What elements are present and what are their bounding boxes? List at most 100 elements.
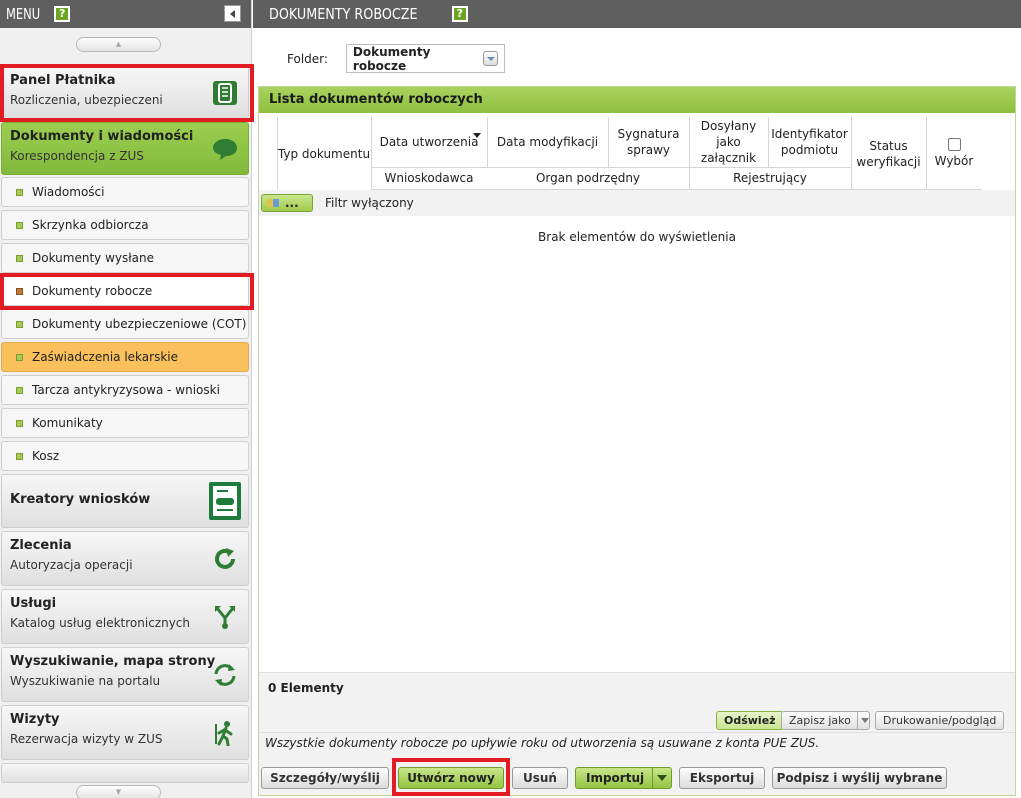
sidebar-item-wyszukiwanie[interactable]: Wyszukiwanie, mapa strony Wyszukiwanie n… [1, 647, 249, 702]
sidebar-item-wizyty[interactable]: Wizyty Rezerwacja wizyty w ZUS [1, 705, 249, 760]
form-document-icon [209, 482, 241, 520]
sidebar-item-dokumenty-ubezpieczeniowe[interactable]: Dokumenty ubezpieczeniowe (COT) [1, 309, 249, 339]
help-icon[interactable]: ? [451, 6, 468, 22]
speech-bubble-icon [213, 138, 237, 160]
tools-row: Odśwież Zapisz jako Drukowanie/podgląd [259, 702, 1015, 732]
sidebar-item-label: Dokumenty robocze [32, 284, 153, 298]
bullet-icon [16, 221, 23, 229]
sidebar-item-label: Komunikaty [32, 416, 103, 430]
column-header-identyfikator[interactable]: Identyfikator podmiotu [768, 117, 851, 167]
sidebar-item-dokumenty-i-wiadomosci[interactable]: Dokumenty i wiadomości Korespondencja z … [1, 122, 249, 175]
folder-label: Folder: [287, 51, 328, 66]
select-all-checkbox[interactable] [947, 138, 961, 151]
sidebar-item-label: Wiadomości [32, 185, 105, 199]
sidebar-item-tarcza-antykryzysowa[interactable]: Tarcza antykryzysowa - wnioski [1, 375, 249, 405]
export-button[interactable]: Eksportuj [679, 767, 765, 789]
documents-list-panel: Lista dokumentów roboczych Typ dokumentu… [258, 86, 1016, 796]
details-send-button[interactable]: Szczegóły/wyślij [261, 767, 389, 789]
sort-desc-icon [473, 133, 481, 138]
filter-icon [267, 199, 279, 207]
sidebar-item-label: Zaświadczenia lekarskie [32, 350, 178, 364]
table-header: Typ dokumentu Data utworzenia Data modyf… [259, 113, 1015, 190]
bullet-icon [16, 188, 23, 196]
sidebar-item-title: Panel Płatnika [10, 73, 116, 88]
chevron-down-icon[interactable] [856, 712, 869, 729]
sidebar-item-title: Wizyty [10, 712, 60, 727]
sidebar: MENU ? ▲ Panel Płatnika Rozliczenia, ube… [0, 0, 252, 798]
bullet-icon [16, 452, 23, 460]
folder-row: Folder: Dokumenty robocze [287, 44, 505, 73]
menu-help-icon[interactable]: ? [54, 6, 71, 22]
retention-note: Wszystkie dokumenty robocze po upływie r… [259, 732, 1015, 754]
sidebar-item-label: Dokumenty ubezpieczeniowe (COT) [32, 317, 247, 331]
actions-row: Szczegóły/wyślij Utwórz nowy Usuń Import… [259, 754, 1015, 795]
page-title: DOKUMENTY ROBOCZE [269, 5, 418, 23]
chevron-down-icon[interactable] [483, 51, 498, 66]
list-title: Lista dokumentów roboczych [259, 87, 1015, 113]
empty-message: Brak elementów do wyświetlenia [538, 230, 736, 244]
refresh-icon [215, 547, 235, 569]
delete-button[interactable]: Usuń [512, 767, 568, 789]
filter-button[interactable]: ... [261, 194, 313, 212]
arrow-left-icon [230, 9, 235, 18]
import-label: Importuj [586, 771, 645, 785]
create-new-button[interactable]: Utwórz nowy [398, 767, 504, 789]
menu-scroll-up-button[interactable]: ▲ [76, 37, 161, 52]
column-header-wnioskodawca[interactable]: Wnioskodawca [371, 167, 487, 189]
sidebar-item-subtitle: Rozliczenia, ubezpieczeni [10, 93, 163, 107]
save-as-label: Zapisz jako [789, 714, 851, 727]
sync-icon [214, 663, 236, 686]
sidebar-item-kosz[interactable]: Kosz [1, 441, 249, 471]
print-preview-button[interactable]: Drukowanie/podgląd [875, 711, 1005, 730]
sign-send-button[interactable]: Podpisz i wyślij wybrane [772, 767, 947, 789]
bullet-icon [16, 353, 23, 361]
page-header: DOKUMENTY ROBOCZE ? [253, 0, 1021, 28]
column-header-rejestrujacy[interactable]: Rejestrujący [689, 167, 851, 189]
menu-scroll-down-button[interactable]: ▼ [76, 785, 161, 798]
column-header-typ[interactable]: Typ dokumentu [277, 117, 371, 190]
refresh-button[interactable]: Odśwież [716, 711, 784, 730]
menu-title: MENU [6, 5, 41, 23]
sidebar-item-dokumenty-robocze[interactable]: Dokumenty robocze [1, 276, 249, 306]
sidebar-item-komunikaty[interactable]: Komunikaty [1, 408, 249, 438]
column-header-data-modyfikacji[interactable]: Data modyfikacji [487, 117, 608, 167]
filter-row: ... Filtr wyłączony [259, 190, 1015, 216]
sidebar-item-dokumenty-wyslane[interactable]: Dokumenty wysłane [1, 243, 249, 273]
bullet-icon [16, 287, 23, 295]
sidebar-item-uslugi[interactable]: Usługi Katalog usług elektronicznych [1, 589, 249, 644]
filter-status: Filtr wyłączony [325, 196, 414, 210]
filter-button-label: ... [285, 196, 299, 210]
sidebar-item-subtitle: Rezerwacja wizyty w ZUS [10, 732, 163, 746]
column-header-organ[interactable]: Organ podrzędny [487, 167, 689, 189]
column-header-sygnatura[interactable]: Sygnatura sprawy [608, 117, 689, 167]
bullet-icon [16, 386, 23, 394]
bullet-icon [16, 254, 23, 262]
sidebar-item-zlecenia[interactable]: Zlecenia Autoryzacja operacji [1, 531, 249, 586]
table-body: Brak elementów do wyświetlenia [259, 216, 1015, 672]
folder-select-value: Dokumenty robocze [352, 44, 431, 73]
main-content: DOKUMENTY ROBOCZE ? Folder: Dokumenty ro… [253, 0, 1021, 798]
column-header-data-utworzenia[interactable]: Data utworzenia [371, 117, 487, 167]
sidebar-item-title: Zlecenia [10, 538, 72, 553]
column-header-dosylany[interactable]: Dosyłany jako załącznik [689, 117, 768, 167]
sidebar-item-subtitle: Korespondencja z ZUS [10, 149, 144, 163]
save-as-button[interactable]: Zapisz jako [781, 711, 870, 730]
service-arrows-icon [215, 605, 235, 629]
sidebar-item-next[interactable] [1, 763, 249, 783]
sidebar-item-zaswiadczenia-lekarskie[interactable]: Zaświadczenia lekarskie [1, 342, 249, 372]
sidebar-item-label: Skrzynka odbiorcza [32, 218, 149, 232]
sidebar-item-wiadomosci[interactable]: Wiadomości [1, 177, 249, 207]
sidebar-item-subtitle: Katalog usług elektronicznych [10, 616, 190, 630]
sidebar-item-panel-platnika[interactable]: Panel Płatnika Rozliczenia, ubezpieczeni [1, 66, 249, 119]
sidebar-item-kreatory-wnioskow[interactable]: Kreatory wniosków [1, 474, 249, 528]
column-header-status[interactable]: Status weryfikacji [851, 117, 926, 190]
menu-collapse-button[interactable] [224, 5, 241, 22]
chevron-down-icon[interactable] [652, 768, 670, 788]
sidebar-item-subtitle: Autoryzacja operacji [10, 558, 133, 572]
folder-select[interactable]: Dokumenty robocze [345, 44, 505, 73]
item-count: 0 Elementy [259, 672, 1015, 702]
sidebar-item-skrzynka-odbiorcza[interactable]: Skrzynka odbiorcza [1, 210, 249, 240]
import-button[interactable]: Importuj [575, 767, 672, 789]
sidebar-item-label: Kosz [32, 449, 60, 463]
menu-header: MENU ? [0, 0, 251, 28]
